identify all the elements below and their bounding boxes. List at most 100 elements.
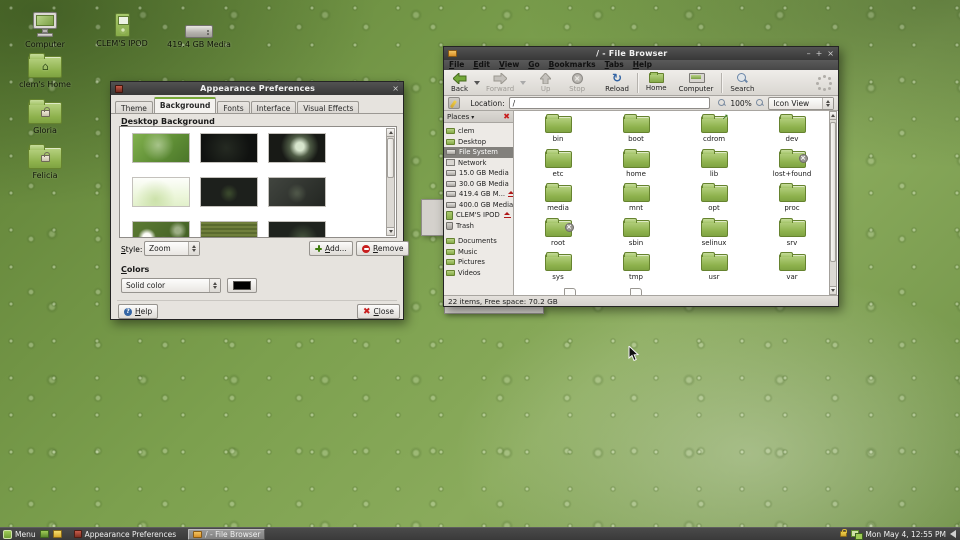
task-appearance-preferences[interactable]: Appearance Preferences (70, 529, 181, 540)
keyring-lock-icon[interactable] (840, 531, 847, 537)
place-ipod[interactable]: CLEM'S IPOD (444, 210, 513, 221)
wallpaper-thumbnail[interactable] (200, 177, 258, 207)
forward-button[interactable]: Forward (482, 72, 518, 94)
icon-view[interactable]: bin boot cdrom dev etc home lib lost+fou… (514, 111, 838, 295)
scroll-up-button[interactable] (387, 129, 394, 137)
view-mode-combobox[interactable]: Icon View (768, 97, 834, 110)
desktop-icon-ipod[interactable]: CLEM'S IPOD (90, 9, 154, 48)
edit-location-button[interactable] (448, 97, 460, 109)
desktop-icon-felicia[interactable]: Felicia (13, 141, 77, 180)
menu-bookmarks[interactable]: Bookmarks (549, 60, 596, 70)
menu-edit[interactable]: Edit (473, 60, 490, 70)
wallpaper-scrollbar[interactable] (386, 128, 395, 236)
location-input[interactable]: / (509, 97, 710, 109)
wallpaper-thumbnail[interactable] (132, 133, 190, 163)
place-media-30[interactable]: 30.0 GB Media (444, 179, 513, 190)
menu-tabs[interactable]: Tabs (605, 60, 624, 70)
back-history-chevron-icon[interactable] (474, 81, 480, 85)
file-item-dev[interactable]: dev (753, 114, 831, 149)
color-mode-combobox[interactable]: Solid color (121, 278, 221, 293)
menu-help[interactable]: Help (633, 60, 652, 70)
zoom-in-icon[interactable] (756, 99, 765, 108)
search-button[interactable]: Search (726, 71, 758, 94)
file-item-mnt[interactable]: mnt (597, 183, 675, 218)
clock[interactable]: Mon May 4, 12:55 PM (865, 530, 946, 539)
file-item-home[interactable]: home (597, 149, 675, 184)
zoom-out-icon[interactable] (718, 99, 727, 108)
computer-button[interactable]: Computer (675, 72, 718, 94)
place-pictures[interactable]: Pictures (444, 257, 513, 268)
scroll-up-button[interactable] (830, 112, 836, 120)
scroll-down-button[interactable] (387, 227, 394, 235)
file-item-sbin[interactable]: sbin (597, 218, 675, 253)
place-file-system[interactable]: File System (444, 147, 513, 158)
place-media-15[interactable]: 15.0 GB Media (444, 168, 513, 179)
place-clem[interactable]: clem (444, 126, 513, 137)
maximize-button[interactable]: + (816, 49, 823, 59)
file-item-boot[interactable]: boot (597, 114, 675, 149)
desktop-icon-gloria[interactable]: Gloria (13, 96, 77, 135)
scrollbar-thumb[interactable] (830, 122, 836, 262)
file-item-etc[interactable]: etc (519, 149, 597, 184)
wallpaper-thumbnail[interactable] (132, 177, 190, 207)
desktop-icon-home[interactable]: clem's Home (13, 50, 77, 89)
back-button[interactable]: Back (447, 72, 472, 94)
stop-button[interactable]: Stop (565, 72, 589, 94)
file-item-selinux[interactable]: selinux (675, 218, 753, 253)
menu-file[interactable]: File (449, 60, 464, 70)
menu-go[interactable]: Go (528, 60, 539, 70)
file-item-proc[interactable]: proc (753, 183, 831, 218)
volume-icon[interactable] (950, 530, 956, 538)
scroll-down-button[interactable] (830, 286, 836, 294)
style-combobox[interactable]: Zoom (144, 241, 200, 256)
place-media-400[interactable]: 400.0 GB Media (444, 200, 513, 211)
file-item-sys[interactable]: sys (519, 252, 597, 287)
file-item-lost-found[interactable]: lost+found (753, 149, 831, 184)
scrollbar-thumb[interactable] (387, 138, 394, 178)
eject-icon[interactable] (508, 191, 511, 197)
show-desktop-icon[interactable] (40, 530, 49, 538)
place-videos[interactable]: Videos (444, 268, 513, 279)
wallpaper-thumbnail[interactable] (268, 133, 326, 163)
file-browser-titlebar[interactable]: / - File Browser – + × (444, 47, 838, 60)
wallpaper-thumbnail[interactable] (200, 221, 258, 238)
eject-icon[interactable] (504, 212, 511, 218)
file-item-opt[interactable]: opt (675, 183, 753, 218)
wallpaper-thumbnail[interactable] (268, 177, 326, 207)
menu-view[interactable]: View (499, 60, 519, 70)
desktop-icon-media[interactable]: 419.4 GB Media (167, 10, 231, 49)
close-button[interactable]: Close (357, 304, 400, 319)
appearance-titlebar[interactable]: Appearance Preferences × (111, 82, 403, 95)
file-item-usr[interactable]: usr (675, 252, 753, 287)
file-item-media[interactable]: media (519, 183, 597, 218)
wallpaper-thumbnail[interactable] (268, 221, 326, 238)
menu-button[interactable]: Menu (15, 530, 36, 539)
wallpaper-list[interactable] (119, 126, 397, 238)
file-item-srv[interactable]: srv (753, 218, 831, 253)
file-item-tmp[interactable]: tmp (597, 252, 675, 287)
close-sidebar-icon[interactable] (503, 112, 510, 121)
wallpaper-thumbnail[interactable] (200, 133, 258, 163)
home-button[interactable]: Home (642, 72, 671, 93)
place-media-419[interactable]: 419.4 GB M... (444, 189, 513, 200)
file-item-lib[interactable]: lib (675, 149, 753, 184)
file-item-root[interactable]: root (519, 218, 597, 253)
network-status-icon[interactable] (851, 530, 861, 538)
remove-button[interactable]: Remove (356, 241, 409, 256)
place-network[interactable]: Network (444, 158, 513, 169)
file-item-var[interactable]: var (753, 252, 831, 287)
place-trash[interactable]: Trash (444, 221, 513, 232)
color-swatch-button[interactable] (227, 278, 257, 293)
close-button[interactable]: × (827, 49, 834, 59)
reload-button[interactable]: Reload (601, 72, 633, 94)
add-button[interactable]: Add... (309, 241, 353, 256)
place-music[interactable]: Music (444, 247, 513, 258)
place-documents[interactable]: Documents (444, 236, 513, 247)
file-view-scrollbar[interactable] (829, 111, 837, 295)
minimize-button[interactable]: – (807, 49, 811, 59)
up-button[interactable]: Up (536, 72, 555, 94)
close-button[interactable]: × (392, 84, 399, 94)
notes-applet-icon[interactable] (53, 530, 62, 538)
wallpaper-thumbnail[interactable] (132, 221, 190, 238)
place-desktop[interactable]: Desktop (444, 137, 513, 148)
